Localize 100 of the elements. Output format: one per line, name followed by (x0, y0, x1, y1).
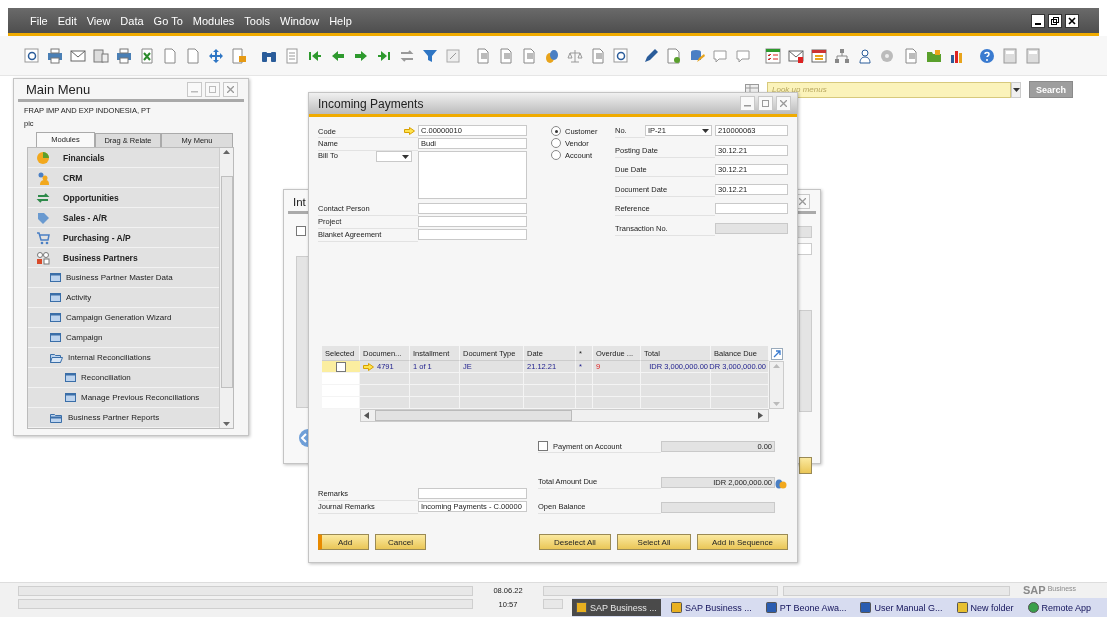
folder-icon[interactable] (926, 47, 942, 64)
lock-icon[interactable] (231, 47, 247, 64)
table-cell[interactable] (322, 361, 360, 373)
list-icon[interactable] (284, 47, 300, 64)
magnifier-icon[interactable] (24, 47, 40, 64)
taskbar-item[interactable]: Remote App (1023, 599, 1096, 616)
taskbar-item[interactable]: SAP Business ... (666, 599, 756, 616)
action-button[interactable]: Select All (617, 534, 691, 550)
scale-icon[interactable] (567, 47, 583, 64)
scroll-thumb[interactable] (375, 410, 572, 421)
spreadsheet-icon[interactable] (139, 47, 155, 64)
copy-icon[interactable] (590, 47, 606, 64)
speech-bubble-icon[interactable] (712, 47, 728, 64)
expand-icon[interactable] (770, 347, 783, 360)
checkbox[interactable] (336, 361, 346, 372)
menu-item[interactable]: Purchasing - A/P (28, 228, 219, 248)
menu-item[interactable]: Business Partners (28, 248, 219, 268)
checkbox[interactable] (296, 226, 306, 236)
phone-icon[interactable] (93, 47, 109, 64)
table-cell (322, 373, 360, 385)
taskbar-item[interactable]: PT Beone Awa... (761, 599, 851, 616)
menu-item[interactable]: Go To (153, 14, 183, 27)
action-button[interactable]: Add (318, 534, 369, 550)
menu-item[interactable]: View (86, 14, 111, 27)
menu-item[interactable]: CRM (28, 168, 219, 188)
calculator-icon[interactable] (1002, 47, 1018, 64)
org-chart-icon[interactable] (834, 47, 850, 64)
menu-item[interactable]: Campaign Generation Wizard (28, 308, 219, 328)
menu-item[interactable]: Data (120, 14, 144, 27)
calculator-icon[interactable] (1025, 47, 1041, 64)
menu-item[interactable]: Sales - A/R (28, 208, 219, 228)
person-icon[interactable] (857, 47, 873, 64)
copy-icon[interactable] (521, 47, 537, 64)
checklist-icon[interactable] (765, 47, 781, 64)
link-arrow-icon[interactable] (363, 362, 374, 371)
back-button[interactable] (296, 428, 308, 448)
speech-bubble-icon[interactable] (735, 47, 751, 64)
maximize-button[interactable] (758, 96, 773, 111)
magnifier-icon[interactable] (613, 47, 629, 64)
scrollbar[interactable] (360, 409, 769, 422)
input-field[interactable] (418, 216, 527, 227)
minimize-button[interactable] (1031, 13, 1045, 28)
menu-item[interactable]: Activity (28, 288, 219, 308)
filter-icon[interactable] (422, 47, 438, 64)
maximize-button[interactable] (205, 82, 220, 97)
menu-item[interactable]: Tools (244, 14, 271, 27)
disc-icon[interactable] (880, 47, 896, 64)
database-icon[interactable] (689, 47, 705, 64)
help-icon[interactable] (979, 47, 995, 64)
restore-button[interactable] (1048, 13, 1062, 28)
menu-item[interactable]: Financials (28, 148, 219, 168)
envelope-icon[interactable] (70, 47, 86, 64)
pencil-icon[interactable] (643, 47, 659, 64)
button[interactable] (799, 457, 812, 474)
menu-item[interactable]: Reconciliation (28, 368, 219, 388)
menu-item[interactable]: File (30, 14, 48, 27)
gear-document-icon[interactable] (666, 47, 682, 64)
menu-item[interactable]: Modules (192, 14, 235, 27)
document-icon[interactable] (162, 47, 178, 64)
dropdown[interactable] (376, 151, 412, 162)
link-arrow-icon[interactable] (404, 127, 415, 135)
menu-item[interactable]: Opportunities (28, 188, 219, 208)
four-arrows-icon[interactable] (208, 47, 224, 64)
action-button[interactable]: Add in Sequence (697, 534, 788, 550)
sort-icon[interactable] (445, 47, 461, 64)
copy-icon[interactable] (903, 47, 919, 64)
app-icon (670, 602, 682, 613)
menu-item[interactable]: Help (329, 14, 352, 27)
scrollbar[interactable] (769, 361, 784, 409)
menu-item[interactable]: Manage Previous Reconciliations (28, 388, 219, 408)
input-field[interactable] (418, 488, 527, 499)
document-icon[interactable] (185, 47, 201, 64)
swap-arrows-icon[interactable] (399, 47, 415, 64)
address-field[interactable] (418, 151, 527, 199)
printer-icon[interactable] (116, 47, 132, 64)
menu-item[interactable]: Business Partner Reports (28, 408, 219, 428)
envelope-icon[interactable] (788, 47, 804, 64)
calendar-icon[interactable] (811, 47, 827, 64)
scrollbar[interactable] (219, 148, 233, 428)
input-field[interactable] (715, 203, 788, 214)
menu-item[interactable]: Window (280, 14, 320, 27)
copy-icon[interactable] (498, 47, 514, 64)
input-field[interactable] (418, 203, 527, 214)
input-field[interactable] (418, 229, 527, 240)
copy-icon[interactable] (475, 47, 491, 64)
caret-icon (402, 154, 409, 159)
menu-item[interactable]: Edit (57, 14, 77, 27)
dropdown-button[interactable] (1011, 81, 1021, 98)
menu-item[interactable]: Internal Reconciliations (28, 348, 219, 368)
taskbar-item[interactable]: New folder (952, 599, 1018, 616)
menu-item[interactable]: Campaign (28, 328, 219, 348)
action-button[interactable]: Cancel (375, 534, 426, 550)
taskbar-item[interactable]: User Manual G... (856, 599, 947, 616)
menu-item[interactable]: Business Partner Master Data (28, 268, 219, 288)
close-button[interactable] (1065, 13, 1079, 28)
action-button[interactable]: Deselect All (539, 534, 611, 550)
scroll-thumb[interactable] (220, 176, 233, 388)
printer-icon[interactable] (47, 47, 63, 64)
taskbar-item[interactable]: SAP Business ... (572, 599, 661, 616)
coins-icon[interactable] (544, 47, 560, 64)
